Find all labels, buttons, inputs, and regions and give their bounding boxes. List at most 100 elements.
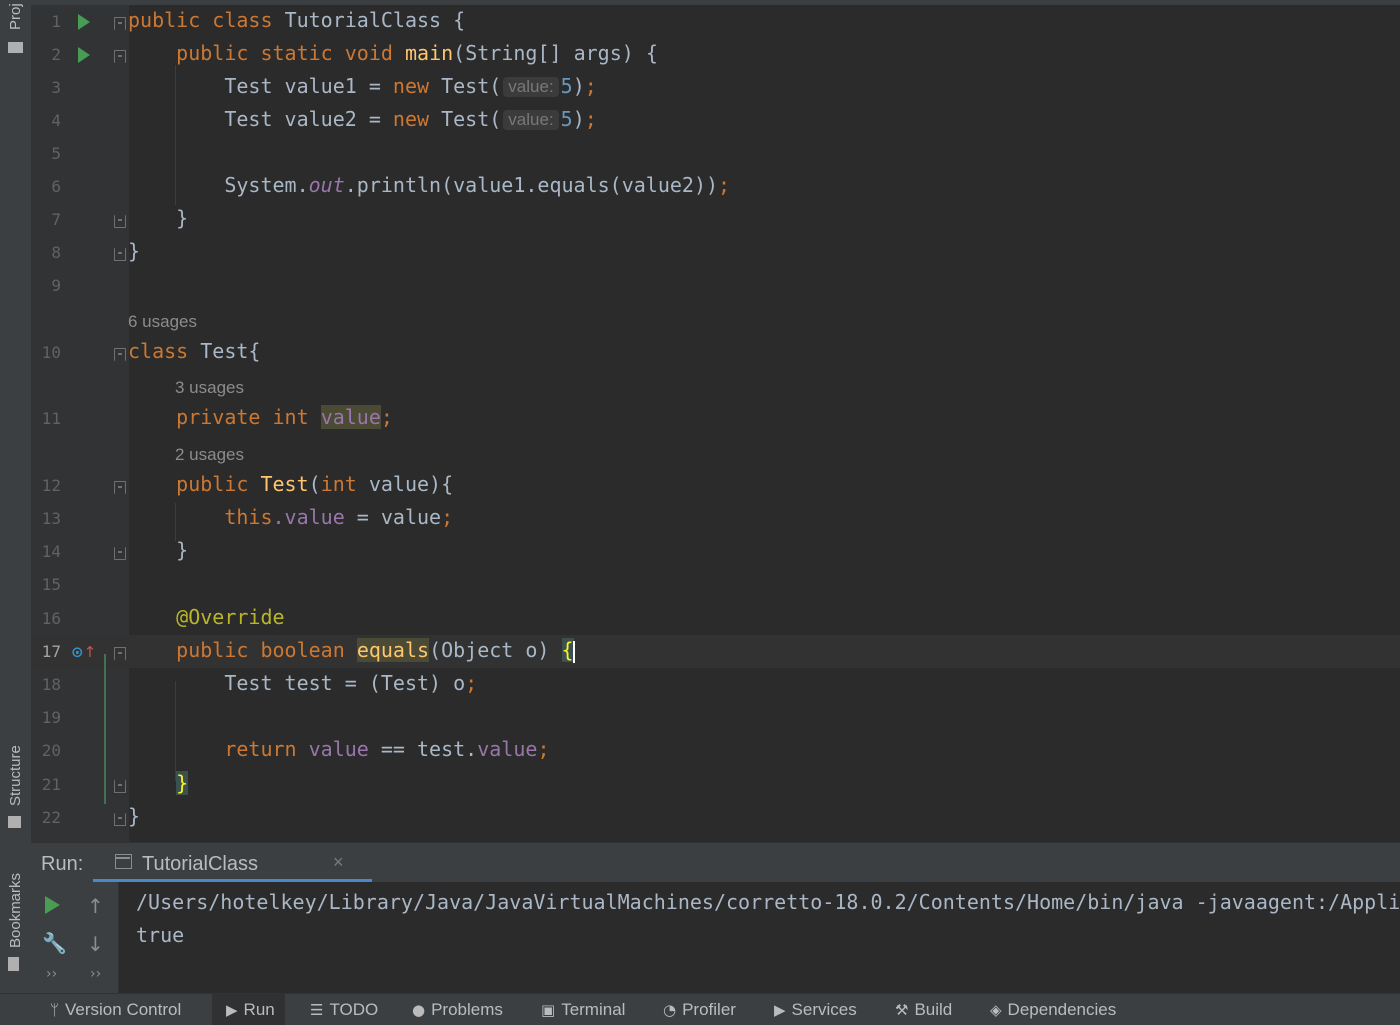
parameter-hint: value:: [503, 110, 559, 130]
code-text: this.value = value;: [224, 505, 454, 529]
code-line: 1 public class TutorialClass {: [31, 5, 1400, 38]
tool-window-bar: ᛘ Version Control ▶ Run ☰ TODO ● Problems ▣ T…: [0, 993, 1400, 1025]
code-text: public boolean equals(Object o) {: [176, 638, 575, 663]
line-number: 13: [41, 509, 61, 528]
usages-hint[interactable]: 6 usages: [128, 312, 197, 332]
structure-tool-tab[interactable]: Structure: [0, 730, 31, 830]
run-gutter-icon[interactable]: [78, 14, 90, 30]
code-text: Test test = (Test) o;: [224, 671, 478, 695]
tool-tab-services[interactable]: ▶ Services: [774, 994, 857, 1025]
arrow-up-icon[interactable]: ↑: [87, 894, 104, 918]
left-tool-strip: Proj Structure Bookmarks: [0, 0, 32, 993]
branch-icon: ᛘ: [50, 1000, 60, 1019]
run-config-tab[interactable]: TutorialClass ×: [93, 843, 372, 883]
run-gutter-icon[interactable]: [78, 47, 90, 63]
run-tab-label: TutorialClass: [142, 853, 258, 875]
terminal-icon: ▣: [541, 1000, 556, 1019]
code-line: 6 System.out.println(value1.equals(value…: [31, 170, 1400, 203]
line-number: 22: [41, 808, 61, 827]
profiler-icon: ◔: [663, 1000, 677, 1019]
fold-marker[interactable]: [114, 813, 126, 826]
tool-tab-run[interactable]: ▶ Run: [212, 994, 285, 1025]
fold-marker[interactable]: [114, 348, 126, 361]
line-number: 3: [51, 78, 61, 97]
line-number: 11: [41, 409, 61, 428]
close-icon[interactable]: ×: [333, 852, 344, 873]
structure-icon: [8, 816, 21, 828]
console-icon: [115, 854, 132, 869]
code-text: public Test(int value){: [176, 472, 454, 496]
code-text: }: [176, 538, 189, 562]
fold-marker[interactable]: [114, 647, 126, 660]
line-number: 15: [41, 575, 61, 594]
overrides-method-icon[interactable]: ⊙↑: [71, 643, 96, 661]
code-line: 22 }: [31, 801, 1400, 834]
line-number: 18: [41, 675, 61, 694]
fold-marker[interactable]: [114, 780, 126, 793]
tool-tab-dependencies[interactable]: ◈ Dependencies: [990, 994, 1116, 1025]
console-output[interactable]: /Users/hotelkey/Library/Java/JavaVirtual…: [136, 886, 1400, 952]
code-text: Test value1 = new Test(value: 5);: [224, 74, 597, 98]
folder-icon: [8, 42, 23, 53]
tool-tab-profiler[interactable]: ◔ Profiler: [663, 994, 736, 1025]
code-text: }: [128, 804, 141, 828]
line-number: 14: [41, 542, 61, 561]
usages-hint[interactable]: 2 usages: [175, 445, 244, 465]
code-text: }: [128, 239, 141, 263]
line-number: 9: [51, 276, 61, 295]
line-number: 7: [51, 210, 61, 229]
vcs-change-marker[interactable]: [104, 654, 106, 804]
run-icon: ▶: [226, 1000, 238, 1019]
services-icon: ▶: [774, 1000, 786, 1019]
line-number: 16: [41, 609, 61, 628]
code-line: 13 this.value = value;: [31, 502, 1400, 535]
rerun-icon[interactable]: [45, 896, 60, 914]
fold-marker[interactable]: [114, 248, 126, 261]
code-line: 19: [31, 701, 1400, 734]
line-number: 12: [41, 476, 61, 495]
wrench-icon[interactable]: 🔧: [42, 931, 67, 955]
tool-tab-build[interactable]: ⚒ Build: [895, 994, 952, 1025]
tool-tab-version-control[interactable]: ᛘ Version Control: [50, 994, 181, 1025]
more-icon[interactable]: ››: [46, 966, 57, 982]
code-text: private int value;: [176, 405, 393, 429]
code-line: 9: [31, 269, 1400, 302]
fold-marker[interactable]: [114, 547, 126, 560]
line-number: 10: [41, 343, 61, 362]
project-tab-label: Proj: [7, 3, 24, 30]
usages-hint-row: 3 usages: [31, 369, 1400, 402]
code-line: 16 @Override: [31, 602, 1400, 635]
code-text: return value == test.value;: [224, 737, 550, 761]
usages-hint[interactable]: 3 usages: [175, 378, 244, 398]
tool-tab-terminal[interactable]: ▣ Terminal: [541, 994, 625, 1025]
line-number: 19: [41, 708, 61, 727]
code-line: 5: [31, 137, 1400, 170]
fold-marker[interactable]: [114, 50, 126, 63]
text-caret: [572, 640, 575, 663]
tool-tab-problems[interactable]: ● Problems: [412, 994, 503, 1025]
code-line: 8 }: [31, 236, 1400, 269]
bookmarks-tool-tab[interactable]: Bookmarks: [0, 860, 31, 980]
code-line: 21 }: [31, 768, 1400, 801]
fold-marker[interactable]: [114, 215, 126, 228]
arrow-down-icon[interactable]: ↓: [87, 932, 104, 956]
console-line: /Users/hotelkey/Library/Java/JavaVirtual…: [136, 890, 1400, 914]
fold-marker[interactable]: [114, 481, 126, 494]
code-editor[interactable]: 1 public class TutorialClass { 2 public …: [31, 5, 1400, 842]
code-line: 7 }: [31, 203, 1400, 236]
more-icon[interactable]: ››: [90, 966, 101, 982]
line-number: 4: [51, 111, 61, 130]
code-text: public class TutorialClass {: [128, 8, 466, 32]
code-text: Test value2 = new Test(value: 5);: [224, 107, 597, 131]
fold-marker[interactable]: [114, 17, 126, 30]
project-tool-tab[interactable]: Proj: [0, 0, 31, 60]
code-line: 18 Test test = (Test) o;: [31, 668, 1400, 701]
parameter-hint: value:: [503, 77, 559, 97]
code-line: 11 private int value;: [31, 402, 1400, 435]
line-number: 2: [51, 45, 61, 64]
line-number: 1: [51, 12, 61, 31]
code-line: 10 class Test{: [31, 336, 1400, 369]
tool-tab-todo[interactable]: ☰ TODO: [310, 994, 378, 1025]
list-icon: ☰: [310, 1000, 324, 1019]
run-toolbar: ↑ 🔧 ↓ ›› ››: [31, 882, 119, 993]
